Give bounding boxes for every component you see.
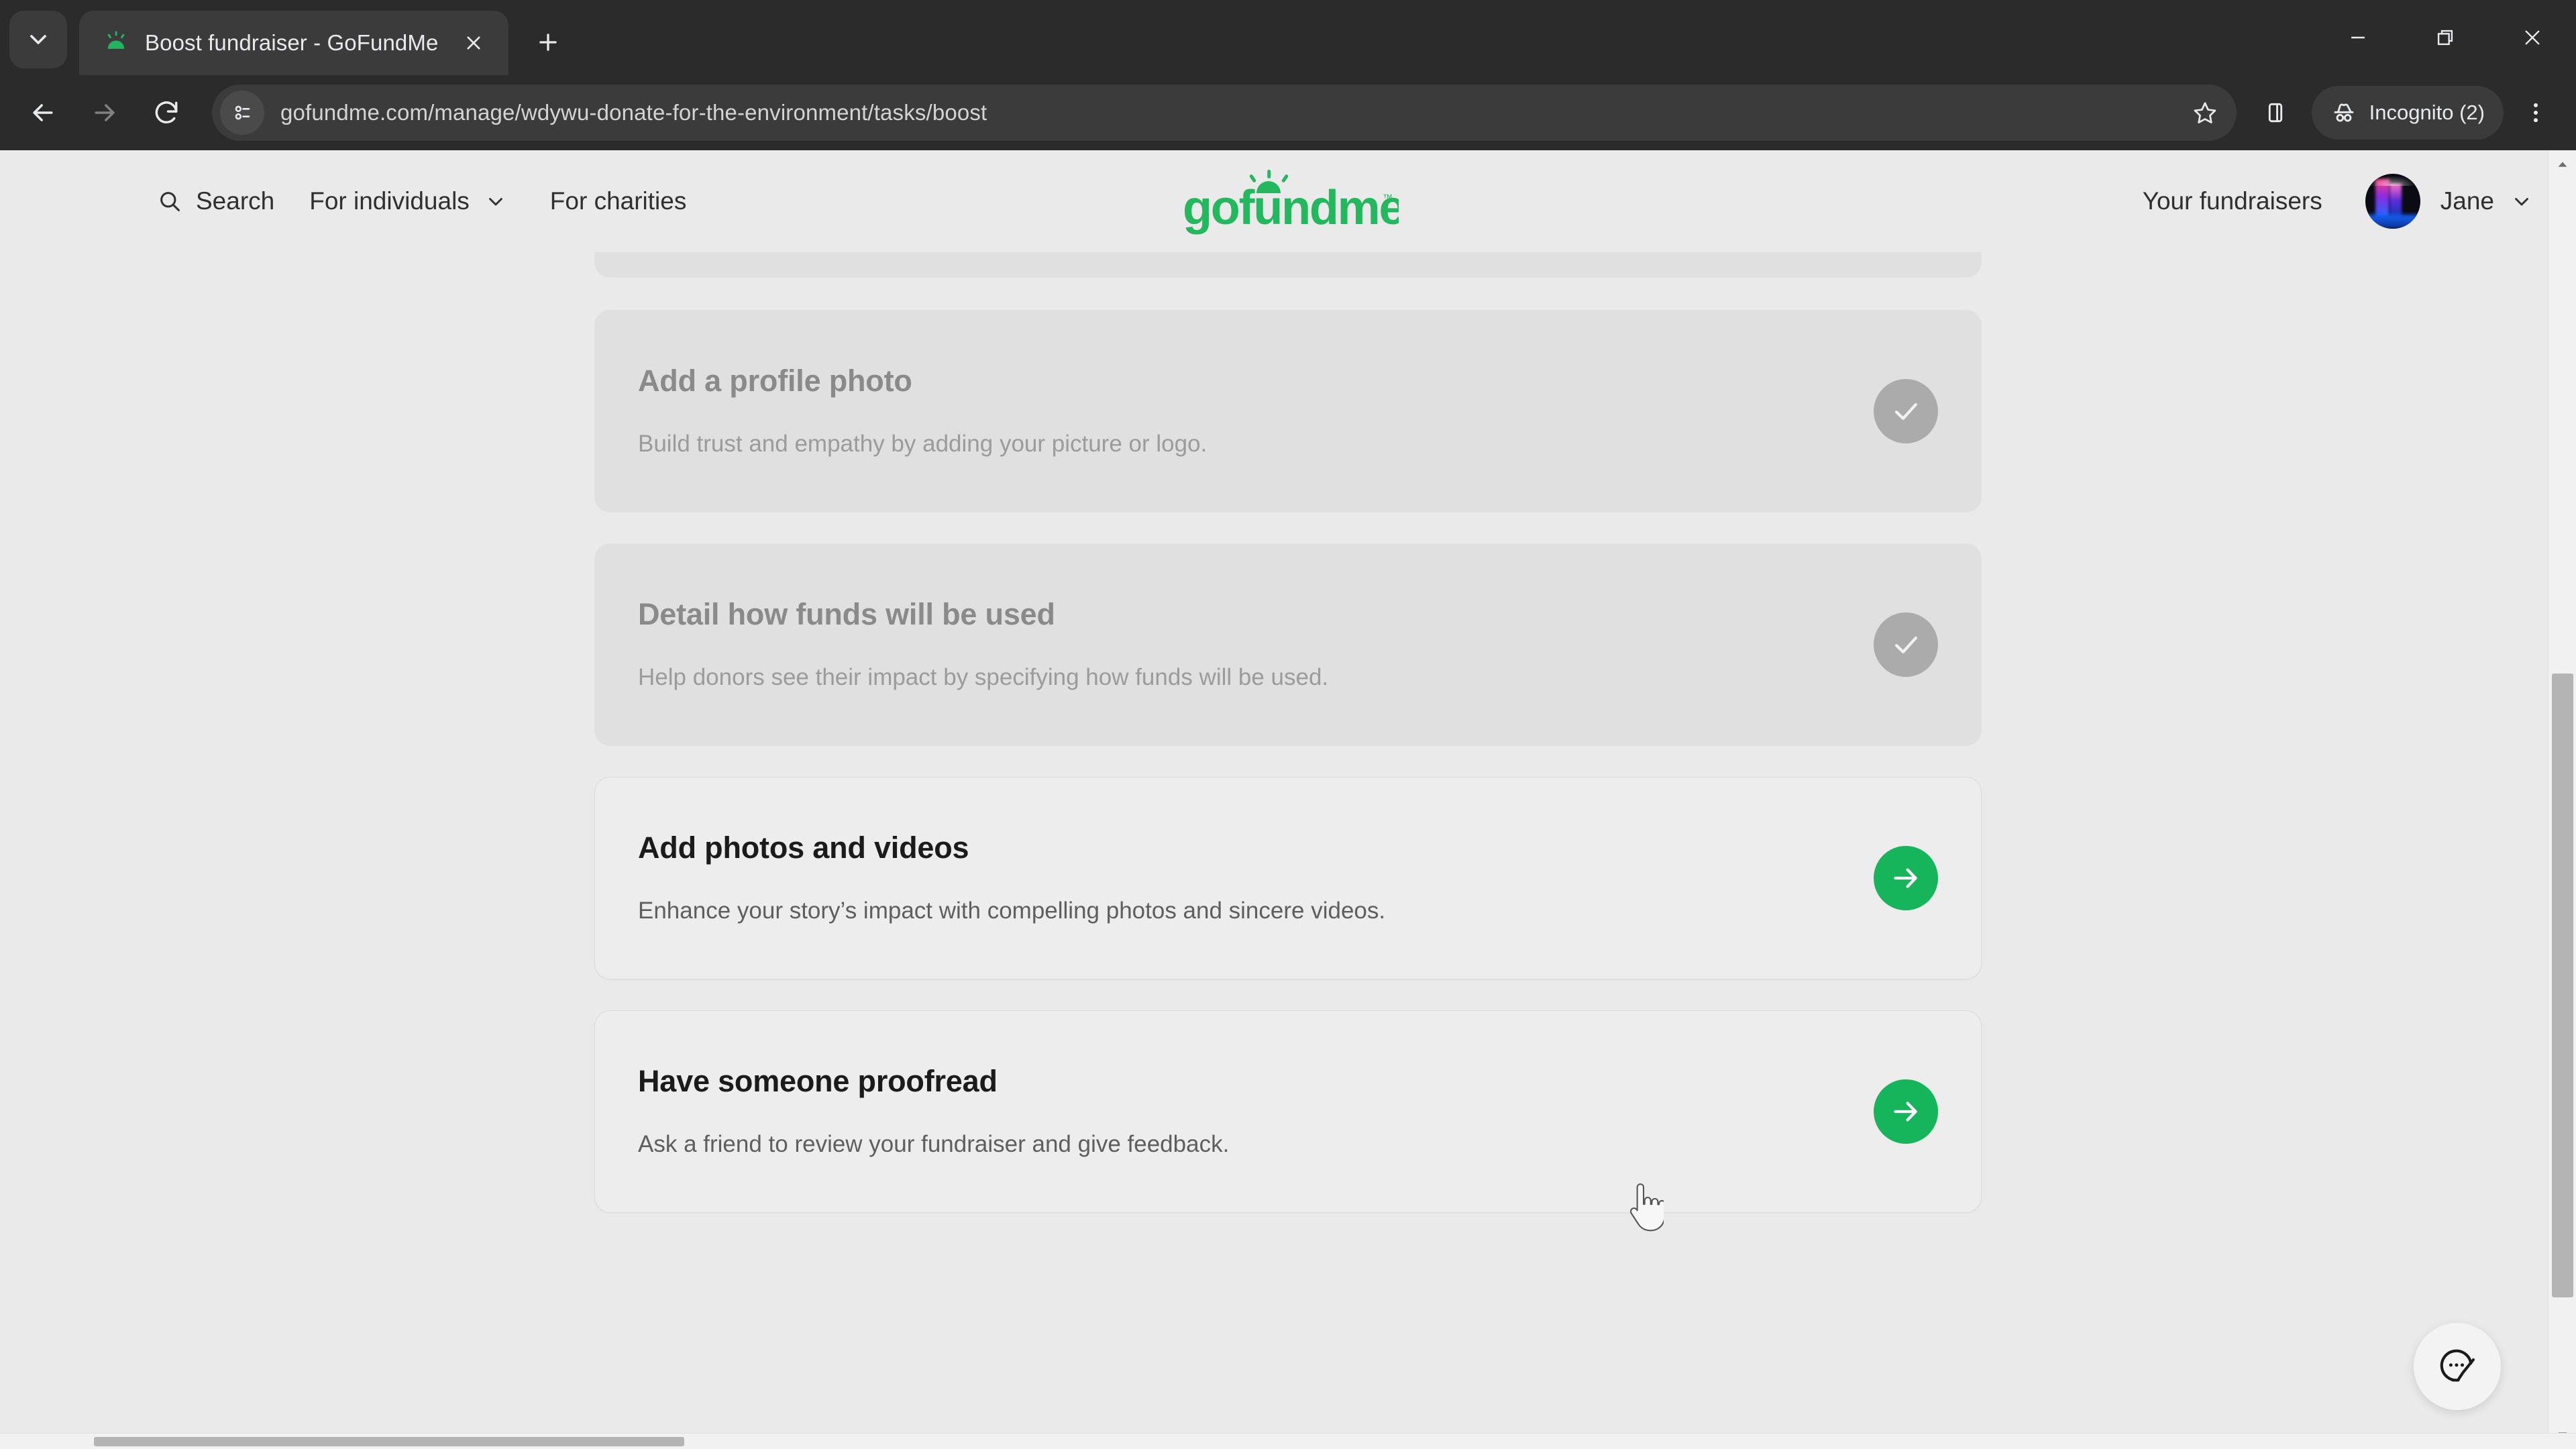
- forward-arrow-icon: [95, 104, 115, 121]
- incognito-label: Incognito (2): [2369, 101, 2485, 124]
- user-menu-chevron[interactable]: [2510, 190, 2533, 213]
- gofundme-logo-svg: gofundme ™: [1183, 170, 1399, 235]
- plus-icon: [539, 34, 557, 51]
- task-go-button[interactable]: [1874, 846, 1938, 910]
- task-card-body: Add a profile photo Build trust and empa…: [638, 363, 1847, 460]
- nav-for-individuals[interactable]: For individuals: [309, 178, 507, 225]
- task-card-add-photos-videos[interactable]: Add photos and videos Enhance your story…: [594, 777, 1982, 979]
- check-icon: [1894, 636, 1917, 653]
- task-card-add-profile-photo[interactable]: Add a profile photo Build trust and empa…: [594, 310, 1982, 513]
- horizontal-scrollbar[interactable]: [0, 1433, 2576, 1449]
- task-description: Help donors see their impact by specifyi…: [638, 664, 1329, 691]
- gofundme-logo[interactable]: gofundme ™: [1177, 168, 1399, 235]
- side-panel-button[interactable]: [2247, 85, 2304, 141]
- vertical-scrollbar-thumb[interactable]: [2552, 674, 2573, 1297]
- check-icon: [1894, 402, 1917, 420]
- tab-close-button[interactable]: [456, 25, 491, 60]
- minimize-icon: [2351, 36, 2365, 39]
- task-card-partial-above[interactable]: [594, 252, 1982, 278]
- nav-search[interactable]: Search: [157, 178, 274, 225]
- svg-text:gofundme: gofundme: [1183, 181, 1399, 235]
- task-complete-badge: [1874, 612, 1938, 677]
- task-title: Have someone proofread: [638, 1064, 998, 1099]
- task-title: Detail how funds will be used: [638, 597, 1055, 632]
- window-controls: [2314, 0, 2576, 75]
- chevron-down-icon: [484, 190, 507, 213]
- task-description: Ask a friend to review your fundraiser a…: [638, 1131, 1230, 1158]
- star-icon: [2194, 102, 2216, 123]
- side-panel-icon: [2268, 103, 2282, 123]
- nav-for-charities[interactable]: For charities: [550, 178, 687, 225]
- user-name-label[interactable]: Jane: [2440, 187, 2494, 215]
- nav-search-label: Search: [196, 187, 275, 215]
- task-complete-badge: [1874, 379, 1938, 443]
- site-settings-icon: [235, 105, 250, 120]
- svg-text:™: ™: [1383, 193, 1393, 204]
- maximize-button[interactable]: [2402, 0, 2489, 75]
- task-card-body: Detail how funds will be used Help donor…: [638, 596, 1847, 693]
- site-nav-left: Search For individuals For charities: [43, 178, 686, 225]
- task-go-button[interactable]: [1874, 1079, 1938, 1144]
- new-tab-button[interactable]: [523, 17, 573, 67]
- horizontal-scrollbar-thumb[interactable]: [94, 1437, 684, 1446]
- incognito-indicator[interactable]: Incognito (2): [2311, 86, 2504, 140]
- arrow-right-icon: [1894, 1102, 1917, 1122]
- task-card-have-someone-proofread[interactable]: Have someone proofread Ask a friend to r…: [594, 1010, 1982, 1213]
- incognito-hat-icon: [2334, 103, 2354, 122]
- caret-up-icon: [2558, 162, 2567, 167]
- nav-for-individuals-label: For individuals: [309, 187, 470, 215]
- site-nav-right: Your fundraisers Jane: [2143, 174, 2533, 229]
- site-settings-button[interactable]: [220, 91, 264, 135]
- window-close-button[interactable]: [2489, 0, 2576, 75]
- vertical-scrollbar[interactable]: [2548, 150, 2576, 1449]
- chevron-down-icon: [2515, 198, 2528, 206]
- close-icon: [467, 36, 480, 50]
- close-icon: [2525, 30, 2540, 45]
- task-title: Add a profile photo: [638, 364, 912, 398]
- arrow-right-icon: [1894, 868, 1917, 888]
- tab-title: Boost fundraiser - GoFundMe: [145, 30, 439, 55]
- browser-tab[interactable]: Boost fundraiser - GoFundMe: [79, 11, 508, 75]
- scroll-up-button[interactable]: [2548, 150, 2576, 178]
- task-card-body: Add photos and videos Enhance your story…: [638, 830, 1847, 926]
- user-avatar[interactable]: [2365, 174, 2420, 229]
- tab-strip: Boost fundraiser - GoFundMe: [0, 0, 2576, 75]
- task-description: Enhance your story’s impact with compell…: [638, 898, 1386, 924]
- url-text[interactable]: gofundme.com/manage/wdywu-donate-for-the…: [280, 100, 2183, 125]
- task-title: Add photos and videos: [638, 830, 969, 865]
- reload-button[interactable]: [136, 82, 197, 144]
- address-bar[interactable]: gofundme.com/manage/wdywu-donate-for-the…: [212, 85, 2237, 141]
- site-header: Search For individuals For charities gof…: [0, 150, 2576, 252]
- three-dot-menu-icon: [2533, 103, 2538, 123]
- gofundme-favicon: [102, 29, 130, 57]
- maximize-icon: [2437, 30, 2453, 46]
- tab-search-button[interactable]: [9, 11, 67, 68]
- chevron-down-icon: [30, 35, 46, 44]
- nav-your-fundraisers[interactable]: Your fundraisers: [2143, 187, 2322, 215]
- back-arrow-icon: [33, 104, 53, 121]
- chat-bubble-check-icon: [2440, 1349, 2475, 1382]
- forward-button[interactable]: [74, 82, 136, 144]
- task-card-body: Have someone proofread Ask a friend to r…: [638, 1063, 1847, 1160]
- task-card-detail-how-funds-used[interactable]: Detail how funds will be used Help donor…: [594, 543, 1982, 746]
- reload-icon: [155, 101, 178, 123]
- nav-for-charities-label: For charities: [549, 187, 687, 215]
- browser-toolbar: gofundme.com/manage/wdywu-donate-for-the…: [0, 75, 2576, 150]
- task-description: Build trust and empathy by adding your p…: [638, 431, 1208, 458]
- task-list: Add a profile photo Build trust and empa…: [594, 252, 1982, 1213]
- page-viewport: Search For individuals For charities gof…: [0, 150, 2576, 1449]
- support-chat-button[interactable]: [2414, 1323, 2501, 1410]
- gofundme-favicon-glyph: [107, 31, 125, 49]
- magnifier-icon: [160, 192, 180, 211]
- back-button[interactable]: [12, 82, 74, 144]
- minimize-button[interactable]: [2314, 0, 2402, 75]
- browser-menu-button[interactable]: [2508, 85, 2564, 141]
- boost-tasks-content: Add a profile photo Build trust and empa…: [0, 252, 2576, 1213]
- bookmark-button[interactable]: [2183, 91, 2227, 135]
- browser-window: Boost fundraiser - GoFundMe gofundme.com…: [0, 0, 2576, 1449]
